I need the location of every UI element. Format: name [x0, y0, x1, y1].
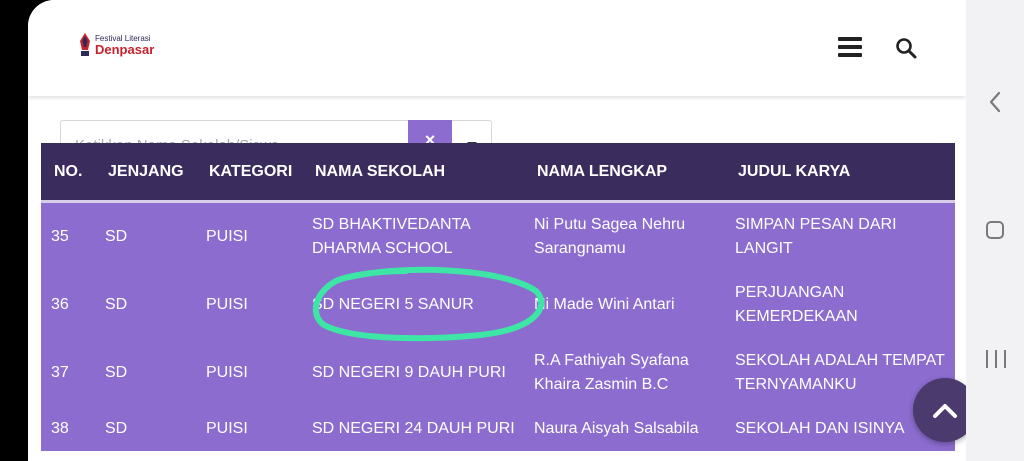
cell-nama-sekolah: SD BHAKTIVEDANTA DHARMA SCHOOL [312, 216, 470, 257]
column-header-judul-karya[interactable]: JUDUL KARYA [725, 143, 955, 200]
column-header-jenjang[interactable]: JENJANG [95, 143, 196, 200]
cell-nama-sekolah: SD NEGERI 9 DAUH PURI [312, 364, 506, 381]
cell-kategori: PUISI [206, 420, 248, 437]
cell-nama-sekolah: SD NEGERI 24 DAUH PURI [312, 420, 515, 437]
column-header-nama-lengkap[interactable]: NAMA LENGKAP [524, 143, 725, 200]
cell-no: 37 [51, 364, 69, 381]
site-header: Festival Literasi Denpasar [28, 0, 966, 96]
cell-kategori: PUISI [206, 364, 248, 381]
hamburger-menu-icon[interactable] [838, 37, 862, 57]
table-row[interactable]: 37 SD PUISI SD NEGERI 9 DAUH PURI R.A Fa… [41, 339, 955, 407]
cell-nama-lengkap: R.A Fathiyah Syafana Khaira Zasmin B.C [534, 352, 689, 393]
table-row[interactable]: 38 SD PUISI SD NEGERI 24 DAUH PURI Naura… [41, 407, 955, 451]
table-row[interactable]: 36 SD PUISI SD NEGERI 5 SANUR Ni Made Wi… [41, 271, 955, 339]
column-header-kategori[interactable]: KATEGORI [196, 143, 302, 200]
search-icon[interactable] [894, 36, 918, 60]
pen-nib-logo-icon [80, 33, 90, 56]
column-header-nama-sekolah[interactable]: NAMA SEKOLAH [302, 143, 524, 200]
cell-judul-karya: PERJUANGAN KEMERDEKAAN [735, 284, 858, 325]
column-header-no[interactable]: NO. [41, 143, 95, 200]
cell-jenjang: SD [105, 228, 128, 245]
cell-jenjang: SD [105, 420, 128, 437]
chevron-up-icon [933, 404, 957, 418]
participants-table-container: NO. JENJANG KATEGORI NAMA SEKOLAH NAMA L… [41, 143, 955, 461]
cell-no: 35 [51, 228, 69, 245]
browser-page: Festival Literasi Denpasar × [28, 0, 966, 461]
cell-jenjang: SD [105, 364, 128, 381]
cell-nama-lengkap: Ni Made Wini Antari [534, 296, 675, 313]
cell-nama-lengkap: Naura Aisyah Salsabila [534, 420, 699, 437]
table-row[interactable]: 35 SD PUISI SD BHAKTIVEDANTA DHARMA SCHO… [41, 203, 955, 271]
back-chevron-icon[interactable] [986, 90, 1004, 114]
cell-kategori: PUISI [206, 296, 248, 313]
cell-nama-lengkap: Ni Putu Sagea Nehru Sarangnamu [534, 216, 686, 257]
cell-nama-sekolah: SD NEGERI 5 SANUR [312, 296, 474, 313]
table-header-row: NO. JENJANG KATEGORI NAMA SEKOLAH NAMA L… [41, 143, 955, 200]
cell-jenjang: SD [105, 296, 128, 313]
site-logo[interactable]: Festival Literasi Denpasar [78, 32, 154, 58]
participants-table: NO. JENJANG KATEGORI NAMA SEKOLAH NAMA L… [41, 143, 955, 451]
logo-title: Denpasar [95, 41, 155, 57]
phone-screen: Festival Literasi Denpasar × [28, 0, 1024, 461]
home-square-icon[interactable] [986, 221, 1004, 239]
cell-no: 38 [51, 420, 69, 437]
cell-no: 36 [51, 296, 69, 313]
cell-kategori: PUISI [206, 228, 248, 245]
recent-apps-icon[interactable] [986, 350, 1006, 370]
cell-judul-karya: SIMPAN PESAN DARI LANGIT [735, 216, 897, 257]
